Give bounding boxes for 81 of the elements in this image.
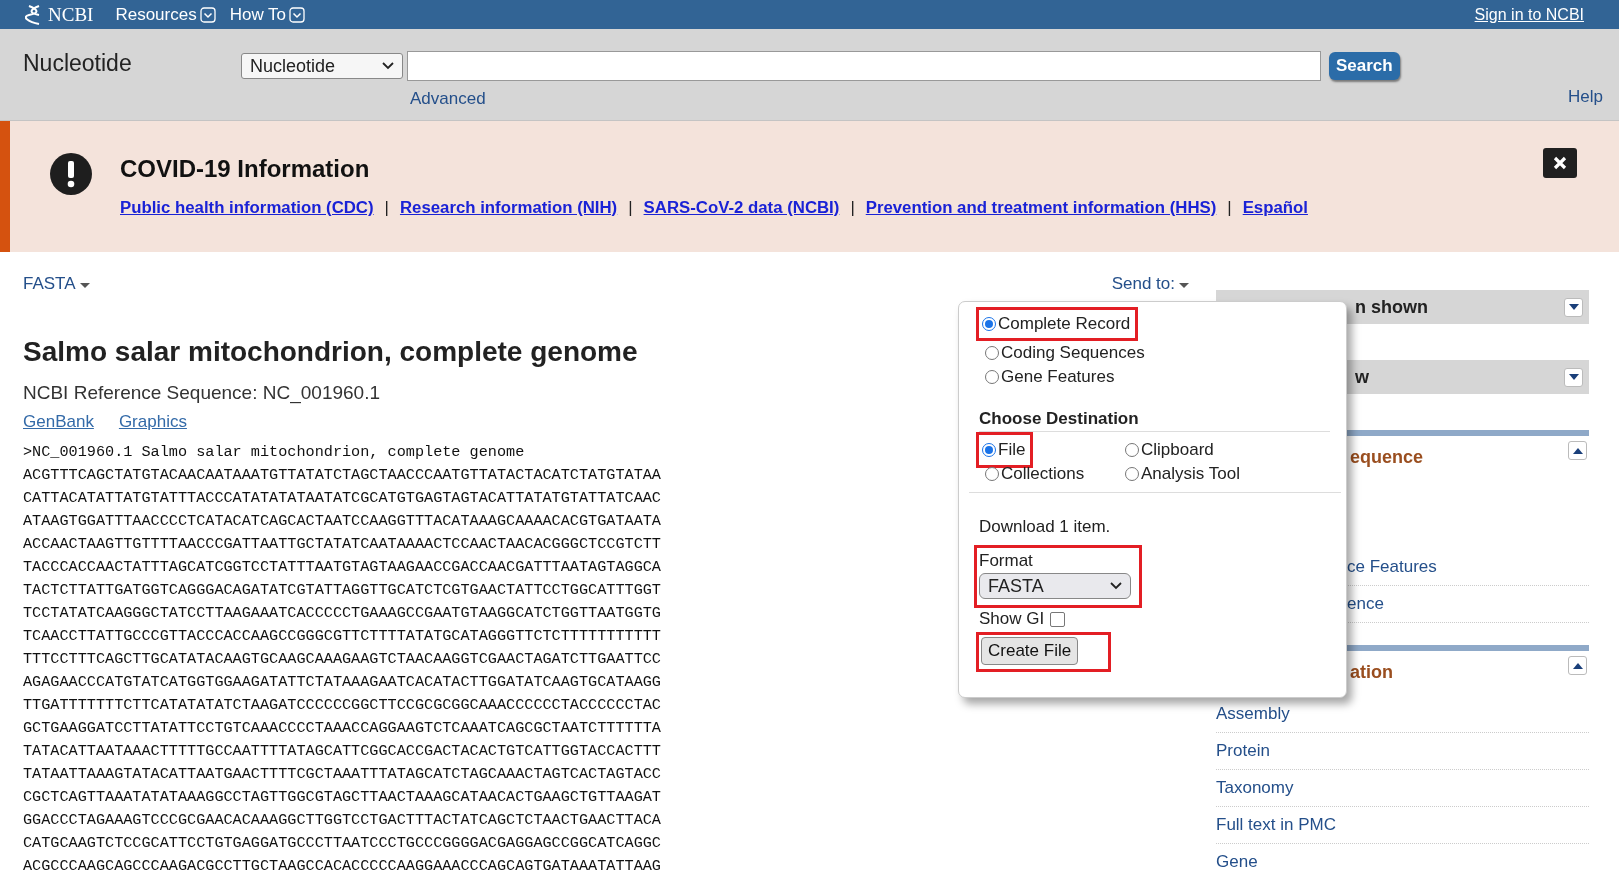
destination-radio[interactable]: File — [976, 432, 1034, 468]
close-button[interactable] — [1543, 148, 1577, 178]
format-menu[interactable]: FASTA — [23, 274, 90, 294]
sequence-line: TACTCTTATTGATGGTCAGGGACAGATATCGTATTAGGTTGCATCTCGTGAACTATTCCTGGCATTTGGT — [23, 580, 661, 601]
sequence-line: TATAATTAAAGTATACATTAATGAACTTTTCGCTAAATTTATAGCATCTAGCAAACTAGTCACTAGTACC — [23, 764, 661, 785]
sequence-line: TCAACCTTATTGCCCGTTACCCACCAAGCCGGGCGTTCTTTTATATGCATAGGGTTCTCTTTTTTTTTTT — [23, 626, 661, 647]
sequence-line: ACGCCCAAGCAGCCCAAGACGCCTTGCTAAGCCACACCCCCAAGGAAACCCAGCAGTGATAAATATTAAG — [23, 856, 661, 877]
sequence-line: CATGCAAGTCTCCGCATTCCTGTGAGGATGCCCTTAATCCCTGCCCGGGGACGAGGAGCCGGCATCAGGC — [23, 833, 661, 854]
info-link[interactable]: Prevention and treatment information (HHS) — [865, 198, 1217, 218]
related-link[interactable]: Taxonomy — [1216, 778, 1294, 798]
sequence-line: TACCCACCAACTATTTAGCATCGGTCCTATTTAATGTAGTAAGAACCGACCAACGATTTAATAGTAGGCA — [23, 557, 661, 578]
caret-icon — [289, 6, 306, 23]
site-logo[interactable]: NCBI — [48, 3, 94, 26]
link-separator: | — [850, 198, 855, 218]
link-separator: | — [384, 198, 389, 218]
sign-in-link[interactable]: Sign in to NCBI — [1474, 5, 1584, 24]
sequence-line: AGAGAACCCATGTATCATGGTGGAAGATATTCTATAAAGAATCACATACTTGGATATCAAGTGCATAAGG — [23, 672, 661, 693]
related-link[interactable]: ence — [1347, 594, 1384, 614]
destination-heading: Choose Destination — [979, 409, 1330, 432]
option-radio[interactable]: Coding Sequences — [979, 341, 1153, 365]
show-gi-checkbox[interactable]: Show GI — [979, 609, 1066, 629]
menu-button[interactable]: How To — [229, 4, 306, 25]
sequence-line: TCCTATATCAAGGGCTATCCTTAAGAAATCACCCCCTGAAAGCCGAATGTAAGGCATCTGGTTAATGGTG — [23, 603, 661, 624]
section-title: equence — [1350, 447, 1424, 469]
search-button[interactable]: Search — [1329, 52, 1400, 80]
caret-icon — [1572, 662, 1583, 669]
destination-radio[interactable]: Analysis Tool — [1119, 462, 1319, 486]
database-select[interactable]: Nucleotide — [241, 53, 403, 79]
caret-icon — [199, 6, 216, 23]
advanced-link[interactable]: Advanced — [410, 89, 1400, 109]
expand-button[interactable] — [1564, 367, 1583, 387]
sequence-line: TTTCCTTTCAGCTTGCATATACAAGTGCAAGCAAAGAAGTCTAACAAGGTCGAACTAGATCTTGAATTCC — [23, 649, 661, 670]
format-select[interactable]: FASTA — [979, 573, 1131, 599]
close-icon — [1553, 156, 1567, 170]
chevron-down-icon — [382, 62, 394, 70]
reference-sequence: NCBI Reference Sequence: NC_001960.1 — [23, 382, 380, 404]
link-separator: | — [1227, 198, 1232, 218]
sequence-line: ACCAACTAAGTTGTTTTAACCCGATTAATTGCTATATCAATAAAACTCCAACTAACACGGGCTCCGTCTT — [23, 534, 661, 555]
sequence-line: GCTGAAGGATCCTTATATTCCTGTCAAACCCCTAAACCAGGAAGTCTCAAATCAGCGCTAATCTTTTTTA — [23, 718, 661, 739]
caret-icon — [1568, 374, 1579, 380]
related-link[interactable]: ce Features — [1347, 557, 1437, 577]
record-title: Salmo salar mitochondrion, complete genome — [23, 336, 638, 368]
collapse-button[interactable] — [1568, 656, 1587, 675]
expand-button[interactable] — [1564, 297, 1583, 317]
download-count: Download 1 item. — [979, 517, 1112, 537]
view-link[interactable]: Graphics — [118, 412, 187, 432]
sequence-line: CATTACATATTATGTATTTACCCATATATATAATATCGCATGTGAGTAGTACATTATATGTATTATCAAC — [23, 488, 661, 509]
create-file-button[interactable]: Create File — [981, 637, 1079, 665]
caret-icon — [1568, 304, 1579, 310]
sequence-line: ATAAGTGGATTTAACCCCTCATACATCAGCACTAATCCAAGGTTTACATAAAGCAAAACACGTGATAATA — [23, 511, 661, 532]
sequence-line: CGCTCAGTTAAATATATAAAGGCCTAGTTGGCGTAGCTTAACTAAAGCATAACACTGAAGCTGTTAAGAT — [23, 787, 661, 808]
related-link[interactable]: Full text in PMC — [1216, 815, 1336, 835]
related-link[interactable]: Assembly — [1216, 704, 1290, 724]
search-field[interactable] — [407, 51, 1321, 81]
alert-icon — [50, 153, 92, 195]
sequence-line: TATACATTAATAAACTTTTTGCCAATTTTATAGCATTCGGCACCGACTACACTGTCATTGGTACCACTTT — [23, 741, 661, 762]
fasta-header: >NC_001960.1 Salmo salar mitochondrion, complete genome — [23, 442, 525, 463]
info-link[interactable]: Español — [1242, 198, 1308, 218]
link-separator: | — [628, 198, 633, 218]
sequence-line: ACGTTTCAGCTATGTACAACAATAAATGTTATATCTAGCTAACCCAATGTTATACTACATCTATGTATAA — [23, 465, 661, 486]
send-to-menu[interactable]: Send to: — [1111, 274, 1189, 294]
destination-radio[interactable]: Clipboard — [1119, 438, 1319, 462]
sequence-line: TTGATTTTTTTCTTCATATATATCTAAGATCCCCCCGGCTTCCGCGCGGCAAACCCCCCTACCCCCCTAC — [23, 695, 661, 716]
view-link[interactable]: GenBank — [23, 412, 94, 432]
option-radio[interactable]: Complete Record — [976, 307, 1139, 341]
info-link[interactable]: Public health information (CDC) — [120, 198, 374, 218]
sequence-line: GGACCCTAGAAAGTCCCGCGAACACAAAGGCTTGGTCCTGACTTTACTATCAGCTCTAACTGAACTTACA — [23, 810, 661, 831]
help-link[interactable]: Help — [1568, 87, 1603, 107]
database-title: Nucleotide — [23, 50, 133, 77]
related-link[interactable]: Protein — [1216, 741, 1270, 761]
related-link[interactable]: Gene — [1216, 852, 1258, 872]
format-label: Format — [979, 551, 1034, 571]
info-link[interactable]: SARS-CoV-2 data (NCBI) — [643, 198, 840, 218]
banner-title: COVID-19 Information — [120, 155, 371, 183]
caret-icon — [1572, 447, 1583, 454]
section-title: ation — [1350, 662, 1393, 684]
option-radio[interactable]: Gene Features — [979, 365, 1123, 389]
menu-button[interactable]: Resources — [115, 4, 216, 25]
chevron-down-icon — [1110, 582, 1122, 590]
info-link[interactable]: Research information (NIH) — [399, 198, 618, 218]
collapse-button[interactable] — [1568, 441, 1587, 460]
